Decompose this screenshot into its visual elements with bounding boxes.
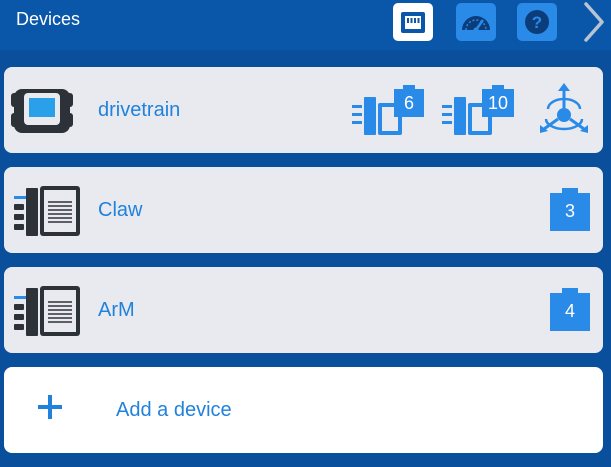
app-header: Devices ?	[0, 0, 611, 50]
port-badge: 3	[550, 187, 590, 231]
device-card-arm[interactable]: ArM 4	[4, 267, 603, 353]
port-number: 10	[487, 93, 509, 113]
page-title: Devices	[16, 9, 81, 29]
help-tab-button[interactable]: ?	[517, 3, 557, 41]
port-badge: 10	[440, 81, 516, 137]
port-number: 6	[403, 93, 414, 113]
device-name: drivetrain	[98, 99, 181, 121]
motor-icon	[14, 286, 80, 336]
motor-icon	[14, 186, 80, 236]
device-card-drivetrain[interactable]: drivetrain 6 10	[4, 67, 603, 153]
port-number: 3	[564, 201, 575, 221]
devices-port-icon	[401, 12, 425, 33]
chevron-right-icon[interactable]	[578, 0, 608, 44]
device-name: ArM	[98, 299, 135, 321]
gyro-sensor-icon	[540, 83, 588, 133]
port-number: 4	[564, 301, 575, 321]
port-badge: 6	[350, 81, 426, 137]
port-badge: 4	[550, 287, 590, 331]
add-device-label: Add a device	[116, 399, 232, 421]
brain-icon	[11, 89, 73, 133]
devices-tab-button[interactable]	[393, 3, 433, 41]
device-card-claw[interactable]: Claw 3	[4, 167, 603, 253]
dashboard-gauge-icon	[462, 16, 490, 33]
add-device-button[interactable]: Add a device	[4, 367, 603, 453]
device-name: Claw	[98, 199, 143, 221]
svg-text:?: ?	[532, 13, 542, 32]
dashboard-tab-button[interactable]	[456, 3, 496, 41]
help-icon: ?	[525, 10, 549, 34]
plus-icon	[38, 395, 62, 419]
